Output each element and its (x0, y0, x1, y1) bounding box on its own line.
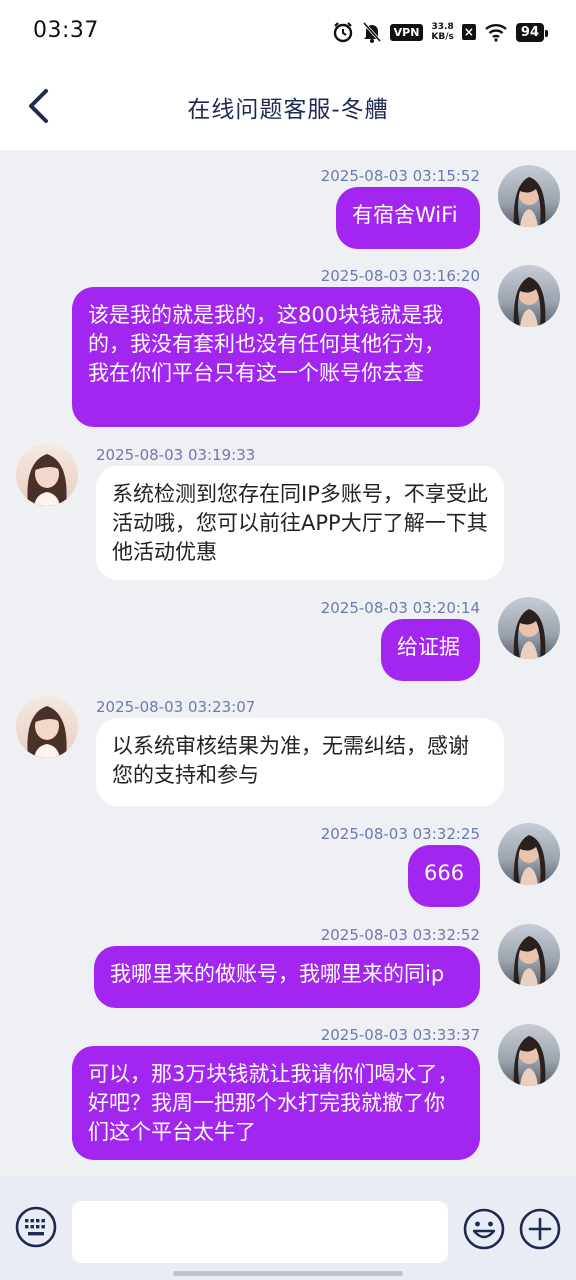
user-avatar[interactable] (498, 823, 560, 885)
net-speed-value: 33.8 (431, 22, 454, 32)
message-outgoing: 2025-08-03 03:32:25 666 (0, 823, 576, 913)
input-bar (0, 1175, 576, 1280)
message-timestamp: 2025-08-03 03:15:52 (320, 167, 480, 185)
battery-icon: 94 (515, 22, 549, 42)
message-timestamp: 2025-08-03 03:19:33 (96, 446, 256, 464)
keyboard-icon (15, 1206, 57, 1248)
vpn-icon: VPN (389, 23, 424, 41)
user-avatar[interactable] (498, 924, 560, 986)
agent-avatar[interactable] (16, 444, 78, 506)
plus-icon (519, 1208, 561, 1250)
status-bar: 03:37 VPN 33.8 KB/s × 94 (0, 0, 576, 64)
chat-header: 在线问题客服-冬艚 (0, 64, 576, 150)
message-text: 我哪里来的做账号，我哪里来的同ip (110, 962, 445, 986)
message-bubble[interactable]: 可以，那3万块钱就让我请你们喝水了，好吧？我周一把那个水打完我就撤了你们这个平台… (72, 1046, 480, 1160)
message-timestamp: 2025-08-03 03:20:14 (320, 599, 480, 617)
message-timestamp: 2025-08-03 03:32:52 (320, 926, 480, 944)
message-bubble[interactable]: 系统检测到您存在同IP多账号，不享受此活动哦，您可以前往APP大厅了解一下其他活… (96, 466, 504, 580)
message-outgoing: 2025-08-03 03:20:14 给证据 (0, 597, 576, 687)
mute-bell-icon (362, 21, 382, 43)
message-text: 有宿舍WiFi (352, 203, 458, 227)
smiley-icon (463, 1208, 505, 1250)
message-outgoing: 2025-08-03 03:32:52 我哪里来的做账号，我哪里来的同ip (0, 924, 576, 1014)
more-options-button[interactable] (518, 1207, 562, 1251)
message-input[interactable] (72, 1201, 448, 1263)
user-avatar[interactable] (498, 1024, 560, 1086)
wifi-icon (484, 22, 508, 42)
status-time: 03:37 (33, 18, 99, 43)
keyboard-toggle-button[interactable] (14, 1205, 58, 1249)
message-text: 可以，那3万块钱就让我请你们喝水了，好吧？我周一把那个水打完我就撤了你们这个平台… (88, 1062, 459, 1144)
user-avatar[interactable] (498, 265, 560, 327)
user-avatar[interactable] (498, 597, 560, 659)
home-indicator[interactable] (173, 1271, 403, 1276)
message-bubble[interactable]: 给证据 (381, 619, 480, 681)
message-timestamp: 2025-08-03 03:33:37 (320, 1026, 480, 1044)
message-text: 以系统审核结果为准，无需纠结，感谢您的支持和参与 (112, 734, 469, 787)
message-incoming: 2025-08-03 03:23:07 以系统审核结果为准，无需纠结，感谢您的支… (0, 696, 576, 811)
message-bubble[interactable]: 666 (408, 845, 480, 907)
agent-avatar[interactable] (16, 696, 78, 758)
message-text: 该是我的就是我的，这800块钱就是我的，我没有套利也没有任何其他行为，我在你们平… (88, 303, 445, 385)
message-text: 666 (424, 861, 465, 885)
message-bubble[interactable]: 以系统审核结果为准，无需纠结，感谢您的支持和参与 (96, 718, 504, 806)
message-outgoing: 2025-08-03 03:15:52 有宿舍WiFi (0, 150, 576, 260)
message-timestamp: 2025-08-03 03:23:07 (96, 698, 256, 716)
message-bubble[interactable]: 该是我的就是我的，这800块钱就是我的，我没有套利也没有任何其他行为，我在你们平… (72, 287, 480, 427)
status-icons: VPN 33.8 KB/s × 94 (332, 18, 549, 46)
message-timestamp: 2025-08-03 03:16:20 (320, 267, 480, 285)
message-outgoing: 2025-08-03 03:33:37 可以，那3万块钱就让我请你们喝水了，好吧… (0, 1024, 576, 1164)
net-speed-unit: KB/s (431, 32, 454, 42)
alarm-icon (332, 21, 354, 43)
emoji-button[interactable] (462, 1207, 506, 1251)
message-text: 系统检测到您存在同IP多账号，不享受此活动哦，您可以前往APP大厅了解一下其他活… (112, 482, 488, 564)
no-sim-icon: × (461, 24, 476, 40)
message-outgoing: 2025-08-03 03:16:20 该是我的就是我的，这800块钱就是我的，… (0, 265, 576, 435)
net-speed: 33.8 KB/s (431, 22, 453, 42)
user-avatar[interactable] (498, 165, 560, 227)
message-bubble[interactable]: 有宿舍WiFi (336, 187, 480, 249)
message-text: 给证据 (397, 635, 460, 659)
message-timestamp: 2025-08-03 03:32:25 (320, 825, 480, 843)
message-bubble[interactable]: 我哪里来的做账号，我哪里来的同ip (94, 946, 480, 1008)
message-incoming: 2025-08-03 03:19:33 系统检测到您存在同IP多账号，不享受此活… (0, 444, 576, 589)
message-list[interactable]: 2025-08-03 03:15:52 有宿舍WiFi 2025-08-03 0… (0, 150, 576, 1175)
page-title: 在线问题客服-冬艚 (187, 97, 389, 123)
